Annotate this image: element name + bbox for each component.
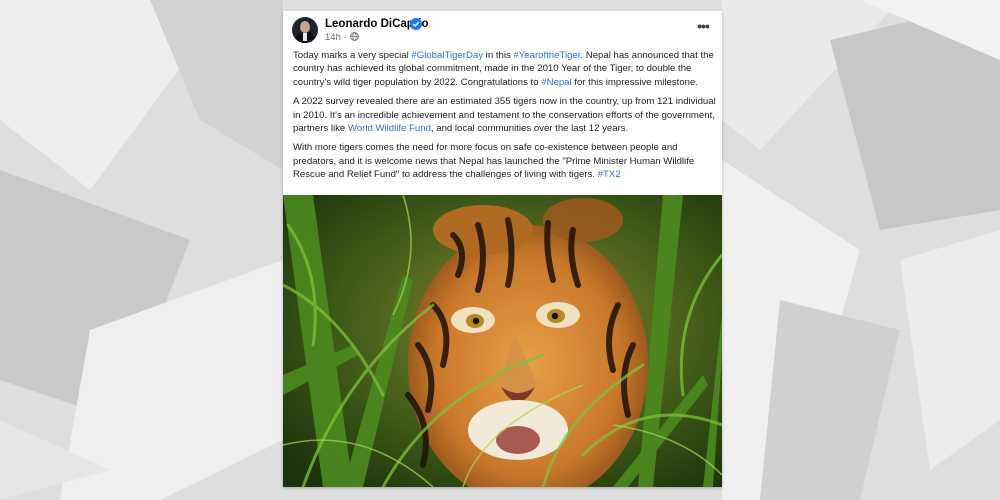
globe-icon [350,32,360,41]
facebook-post-card: Leonardo DiCaprio 14h · ••• Today marks … [283,11,722,487]
hashtag-nepal[interactable]: #Nepal [541,77,571,88]
post-timestamp[interactable]: 14h [325,32,341,43]
hashtag-global-tiger-day[interactable]: #GlobalTigerDay [411,50,483,61]
post-meta: 14h · [325,32,360,43]
post-paragraph-1: Today marks a very special #GlobalTigerD… [293,50,714,88]
hashtag-year-of-the-tiger[interactable]: #YearoftheTiger [513,50,580,61]
post-header: Leonardo DiCaprio 14h · ••• [283,11,722,47]
author-avatar[interactable] [292,17,318,43]
post-photo-tiger[interactable] [283,195,722,487]
post-paragraph-2: A 2022 survey revealed there are an esti… [293,96,716,135]
page-link-world-wildlife-fund[interactable]: World Wildlife Fund [348,123,431,134]
hashtag-tx2[interactable]: #TX2 [598,169,621,180]
verified-badge-icon [410,18,422,30]
post-paragraph-3: With more tigers comes the need for more… [293,142,695,181]
post-text: Today marks a very special #GlobalTigerD… [293,49,717,188]
more-options-button[interactable]: ••• [693,19,713,36]
